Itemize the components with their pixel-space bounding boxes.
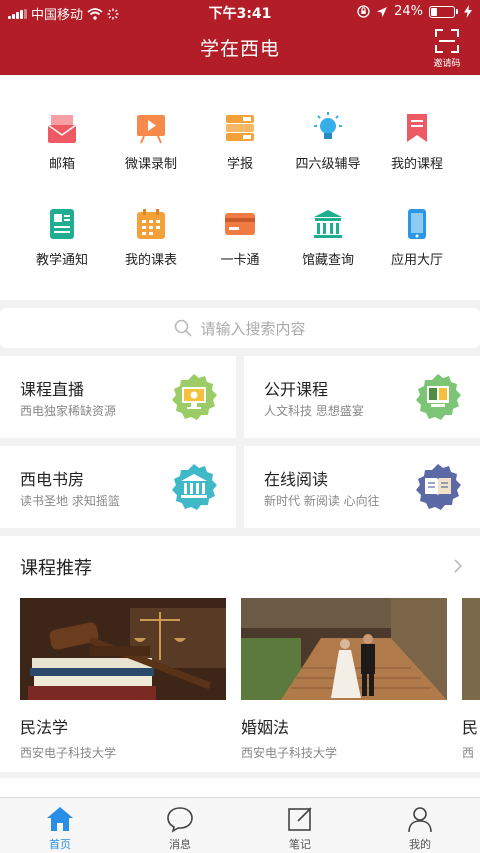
bookmark-icon (407, 114, 427, 142)
search-bar[interactable]: 请输入搜索内容 (0, 308, 480, 348)
charging-icon (464, 5, 472, 18)
grid-item-notice[interactable]: 教学通知 (14, 207, 110, 268)
app-header: 中国移动 下午3:41 24% 学在西电 邀请码 (0, 0, 480, 75)
search-placeholder: 请输入搜索内容 (200, 319, 306, 338)
lightbulb-icon (314, 112, 342, 139)
course-card[interactable]: 婚姻法 西安电子科技大学 (241, 598, 447, 761)
grid-item-app-hall[interactable]: 应用大厅 (369, 207, 465, 268)
gavel-image (20, 598, 226, 700)
rotation-lock-icon (357, 5, 370, 18)
course-card[interactable]: 民 西 (462, 598, 480, 761)
search-icon (175, 319, 193, 337)
course-recommend-section: 课程推荐 民法学 西安电子科技大学 婚姻法 西安电子科技大学 民 西 (0, 536, 480, 772)
grid-item-mail[interactable]: 邮箱 (14, 111, 110, 172)
phone-icon (408, 209, 426, 239)
course-thumbnail (20, 598, 226, 700)
calendar-icon (137, 209, 165, 239)
tab-messages[interactable]: 消息 (150, 804, 210, 852)
course-thumbnail (241, 598, 447, 700)
card-icon (225, 213, 255, 235)
tab-notes[interactable]: 笔记 (270, 804, 330, 852)
message-icon (167, 807, 193, 833)
card-online-reading[interactable]: 在线阅读 新时代 新阅读 心向往 (244, 446, 480, 528)
battery-percent: 24% (394, 4, 423, 19)
video-record-icon (137, 115, 165, 144)
note-icon (288, 807, 312, 831)
tab-home[interactable]: 首页 (30, 804, 90, 852)
grid-item-timetable[interactable]: 我的课表 (103, 207, 199, 268)
bottom-tab-bar: 首页 消息 笔记 我的 (0, 797, 480, 853)
card-xidian-study[interactable]: 西电书房 读书圣地 求知摇篮 (0, 446, 236, 528)
card-open-courses[interactable]: 公开课程 人文科技 思想盛宴 (244, 356, 480, 438)
building-icon (172, 464, 217, 510)
course-thumbnail (462, 598, 480, 700)
section-title: 课程推荐 (20, 558, 92, 579)
function-grid: 邮箱 微课录制 学报 四六级辅导 我的课程 教学通知 我的课表 一卡通 馆藏查询… (0, 75, 480, 300)
grid-item-journal[interactable]: 学报 (192, 111, 288, 172)
invite-code-button[interactable]: 邀请码 (430, 29, 464, 69)
battery-icon (429, 5, 455, 18)
live-screen-icon (172, 374, 217, 420)
card-live-courses[interactable]: 课程直播 西电独家稀缺资源 (0, 356, 236, 438)
status-bar: 中国移动 下午3:41 24% (0, 0, 480, 24)
open-book-icon (416, 374, 461, 420)
page-title: 学在西电 (199, 38, 280, 60)
chevron-right-icon[interactable] (452, 556, 464, 576)
tab-profile[interactable]: 我的 (390, 804, 450, 852)
grid-item-cet[interactable]: 四六级辅导 (280, 111, 376, 172)
notice-icon (50, 209, 74, 239)
profile-icon (408, 807, 432, 833)
location-icon (377, 6, 388, 17)
grid-item-library-search[interactable]: 馆藏查询 (280, 207, 376, 268)
wedding-image (241, 598, 447, 700)
grid-item-my-courses[interactable]: 我的课程 (369, 111, 465, 172)
reading-book-icon (416, 464, 461, 510)
library-icon (314, 210, 342, 238)
home-icon (47, 807, 73, 831)
course-card[interactable]: 民法学 西安电子科技大学 (20, 598, 226, 761)
invite-label: 邀请码 (433, 59, 461, 69)
next-section-peek (0, 778, 480, 798)
grid-item-video-record[interactable]: 微课录制 (103, 111, 199, 172)
journal-icon (226, 115, 254, 141)
grid-item-campus-card[interactable]: 一卡通 (192, 207, 288, 268)
mail-icon (47, 115, 77, 143)
scan-icon (435, 29, 459, 53)
